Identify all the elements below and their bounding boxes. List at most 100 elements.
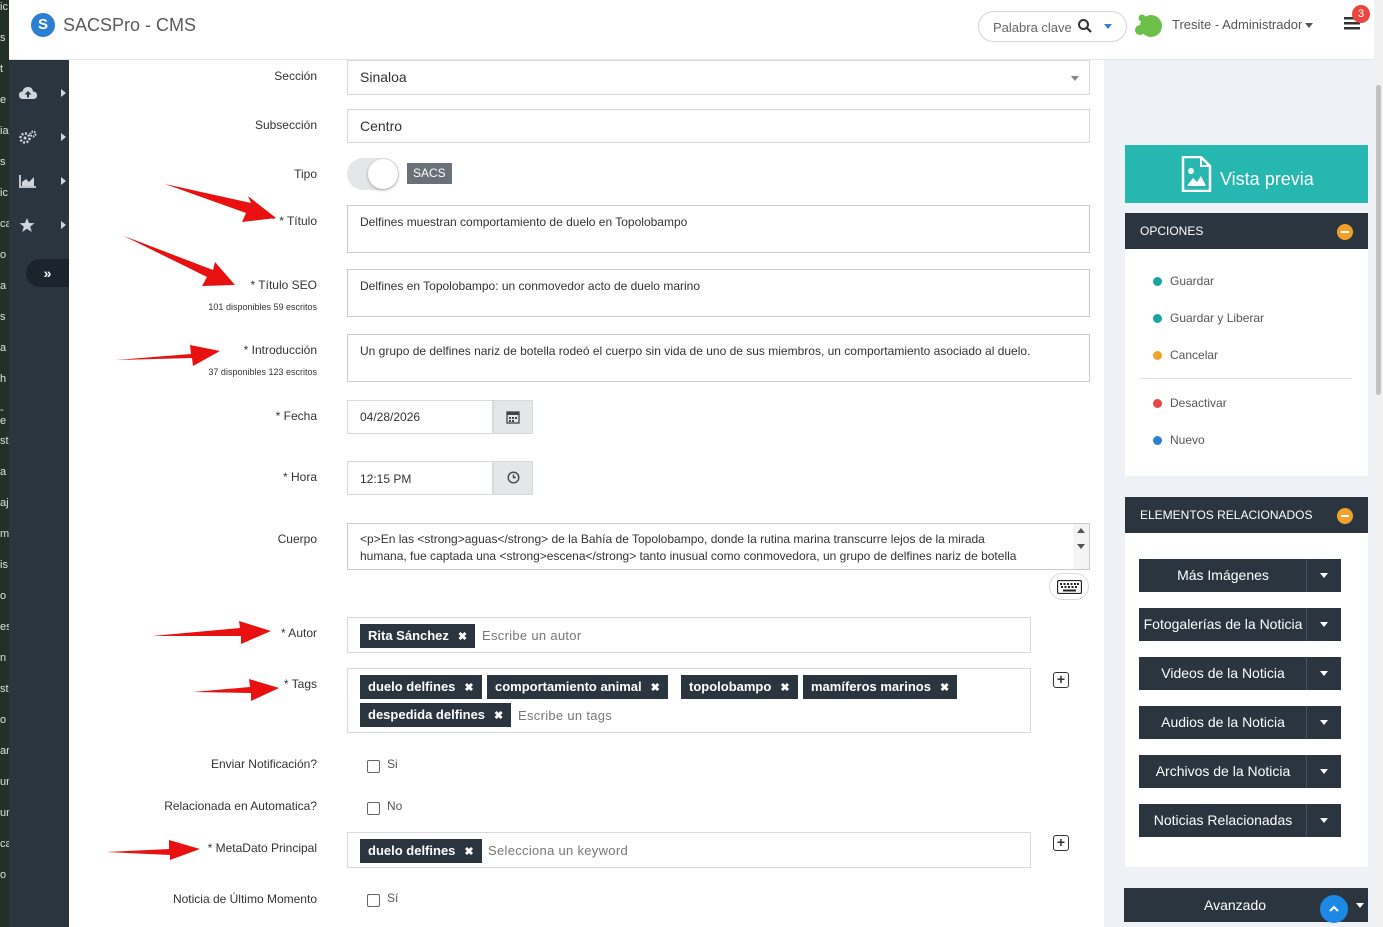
avatar[interactable]: [1133, 11, 1163, 39]
elementos-relacionados-panel: ELEMENTOS RELACIONADOS Más Imágenes Foto…: [1125, 497, 1368, 867]
background-text-fragment: h: [0, 373, 7, 385]
tag-chip: topolobampo ✖: [681, 675, 798, 699]
relacionada-option: No: [387, 799, 403, 813]
chevron-down-icon[interactable]: [1104, 24, 1112, 29]
collapse-icon[interactable]: [1337, 508, 1353, 524]
noticias-relacionadas-button[interactable]: Noticias Relacionadas: [1139, 804, 1341, 837]
nav-item-reports[interactable]: [19, 166, 69, 196]
background-text-fragment: a: [0, 342, 7, 354]
metadato-keyword-input[interactable]: Selecciona un keyword: [488, 843, 628, 858]
remove-chip-icon[interactable]: ✖: [940, 682, 949, 694]
remove-chip-icon[interactable]: ✖: [651, 682, 660, 694]
tipo-badge: SACS: [407, 163, 452, 184]
calendar-icon: [506, 411, 520, 424]
keyboard-button[interactable]: [1049, 573, 1089, 600]
area-chart-icon: [19, 175, 36, 188]
remove-chip-icon[interactable]: ✖: [494, 710, 503, 722]
titulo-textarea[interactable]: Delfines muestran comportamiento de duel…: [347, 205, 1090, 253]
user-menu-name[interactable]: Tresite - Administrador: [1172, 17, 1302, 32]
sidebar-toggle-button[interactable]: »: [26, 259, 69, 287]
cuerpo-textarea[interactable]: <p>En las <strong>aguas</strong> de la B…: [347, 523, 1090, 570]
background-text-fragment: es: [0, 621, 9, 633]
autor-chip: Rita Sánchez ✖: [360, 624, 476, 648]
background-text-fragment: a: [0, 280, 7, 292]
tags-tag-input[interactable]: duelo delfines ✖ comportamiento animal ✖ t…: [347, 668, 1031, 733]
remove-chip-icon[interactable]: ✖: [780, 682, 789, 694]
collapse-icon[interactable]: [1337, 224, 1353, 240]
mas-imagenes-button[interactable]: Más Imágenes: [1139, 559, 1341, 592]
remove-chip-icon[interactable]: ✖: [464, 682, 473, 694]
remove-chip-icon[interactable]: ✖: [464, 846, 473, 858]
red-arrow-icon: [152, 621, 271, 644]
chevron-down-icon: [1320, 622, 1328, 627]
status-dot: [1153, 314, 1162, 323]
background-text-fragment: n: [0, 652, 7, 664]
notification-badge: 3: [1352, 5, 1370, 23]
background-text-fragment: -e: [0, 404, 7, 427]
enviar-notificacion-option: Si: [387, 757, 398, 771]
remove-chip-icon[interactable]: ✖: [458, 631, 467, 643]
clock-icon: [507, 471, 520, 484]
star-icon: [19, 218, 35, 232]
scroll-to-top-button[interactable]: [1320, 895, 1348, 923]
fotogalerias-button[interactable]: Fotogalerías de la Noticia: [1139, 608, 1341, 641]
tag-chip: mamíferos marinos ✖: [803, 675, 958, 699]
background-text-fragment: ca: [0, 218, 9, 230]
background-text-fragment: m: [0, 528, 9, 540]
introduccion-textarea[interactable]: Un grupo de delfines nariz de botella ro…: [347, 334, 1090, 382]
autor-input[interactable]: Escribe un autor: [482, 628, 581, 643]
background-text-fragment: ur: [0, 807, 9, 819]
background-text-fragment: e: [0, 94, 7, 106]
cloud-upload-icon: [19, 87, 37, 99]
subseccion-field[interactable]: Centro: [347, 109, 1090, 143]
background-text-fragment: o: [0, 714, 7, 726]
keyword-search-box[interactable]: Palabra clave: [978, 11, 1127, 42]
page-scrollbar[interactable]: [1374, 0, 1383, 927]
tags-input[interactable]: Escribe un tags: [518, 708, 612, 723]
chevron-down-icon: [1320, 573, 1328, 578]
archivos-button[interactable]: Archivos de la Noticia: [1139, 755, 1341, 788]
background-text-fragment: s: [0, 32, 6, 44]
preview-button[interactable]: Vista previa: [1125, 145, 1368, 203]
ultimo-momento-option: Sí: [387, 891, 399, 905]
image-icon: [1181, 156, 1212, 192]
tag-chip: duelo delfines ✖: [360, 675, 482, 699]
autor-tag-input[interactable]: Rita Sánchez ✖ Escribe un autor: [347, 617, 1031, 653]
add-metadato-button[interactable]: +: [1053, 835, 1069, 851]
article-form: Sección Sinaloa Subsección Centro Tipo S…: [69, 60, 1104, 927]
seccion-select[interactable]: Sinaloa: [347, 60, 1090, 95]
search-icon[interactable]: [1077, 17, 1093, 35]
background-text-fragment: ar: [0, 745, 9, 757]
red-arrow-icon: [124, 236, 235, 286]
chevron-down-icon: [1356, 903, 1364, 908]
audios-button[interactable]: Audios de la Noticia: [1139, 706, 1341, 739]
background-text-fragment: ic: [0, 1, 8, 13]
tag-chip: comportamiento animal ✖: [487, 675, 668, 699]
top-header: S SACSPro - CMS Palabra clave Tresite - …: [9, 0, 1374, 60]
search-input[interactable]: Palabra clave: [993, 20, 1072, 35]
background-text-fragment: is: [0, 559, 8, 571]
status-dot: [1153, 351, 1162, 360]
titulo-seo-textarea[interactable]: Delfines en Topolobampo: un conmovedor a…: [347, 269, 1090, 317]
scrollbar-thumb[interactable]: [1376, 85, 1381, 395]
add-tag-button[interactable]: +: [1053, 672, 1069, 688]
elementos-relacionados-header: ELEMENTOS RELACIONADOS: [1125, 497, 1368, 533]
background-text-fragment: s: [0, 156, 6, 168]
metadato-input[interactable]: duelo delfines ✖ Selecciona un keyword: [347, 832, 1031, 868]
chevron-down-icon[interactable]: [1305, 23, 1313, 28]
videos-button[interactable]: Videos de la Noticia: [1139, 657, 1341, 690]
tag-chip: despedida delfines ✖: [360, 703, 512, 727]
nav-item-favorites[interactable]: [19, 210, 69, 240]
divider: [1139, 378, 1352, 379]
red-arrow-icon: [116, 345, 220, 366]
gears-icon: [19, 130, 37, 144]
clock-button[interactable]: [493, 461, 533, 495]
annotation-arrows: [106, 184, 279, 860]
background-text-fragment: ur: [0, 776, 9, 788]
nav-item-upload[interactable]: [19, 78, 69, 108]
calendar-button[interactable]: [493, 400, 533, 434]
cuerpo-scrollbar[interactable]: [1073, 524, 1089, 569]
chevron-down-icon: [1320, 769, 1328, 774]
nav-item-settings[interactable]: [19, 122, 69, 152]
app-title: SACSPro - CMS: [63, 15, 197, 35]
